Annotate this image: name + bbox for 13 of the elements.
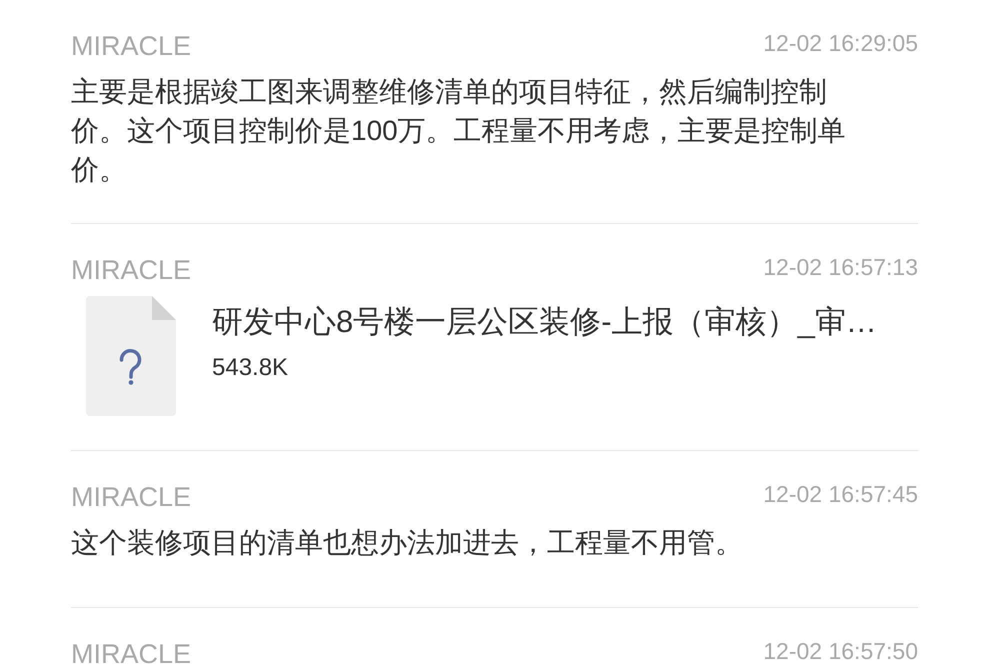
- file-question-icon: [86, 296, 176, 416]
- message-time: 12-02 16:57:50: [763, 640, 918, 662]
- sender-name: MIRACLE: [71, 483, 192, 511]
- message-time: 12-02 16:29:05: [763, 32, 918, 54]
- message-time: 12-02 16:57:45: [763, 483, 918, 505]
- sender-name: MIRACLE: [71, 32, 192, 60]
- message-text: 主要是根据竣工图来调整维修清单的项目特征，然后编制控制价。这个项目控制价是100万。工程量不用考虑，主要是控制单价。: [71, 75, 847, 187]
- message-time: 12-02 16:57:13: [763, 256, 918, 278]
- message-text: 这个装修项目的清单也想办法加进去，工程量不用管。: [71, 526, 744, 560]
- file-size: 543.8K: [212, 353, 290, 383]
- file-name: 研发中心8号楼一层公区装修-上报（审核）_审…: [212, 303, 878, 341]
- sender-name: MIRACLE: [71, 640, 192, 668]
- sender-name: MIRACLE: [71, 256, 192, 284]
